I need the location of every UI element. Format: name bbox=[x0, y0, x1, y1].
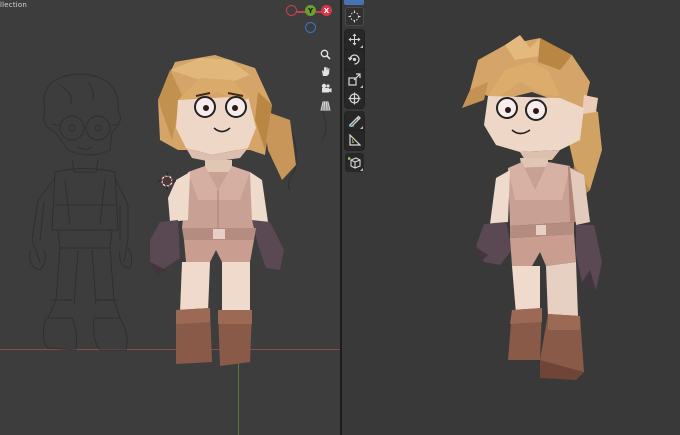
gizmo-y-axis[interactable]: Y bbox=[305, 5, 316, 16]
scale-icon[interactable] bbox=[345, 70, 364, 89]
reference-sketch bbox=[29, 73, 133, 351]
gizmo-x-label: X bbox=[323, 6, 330, 15]
add-cube-icon[interactable] bbox=[345, 153, 364, 172]
viewport-left[interactable]: llection Y X bbox=[0, 0, 340, 435]
hand-pan-icon[interactable] bbox=[318, 64, 333, 79]
measure-icon[interactable] bbox=[345, 131, 364, 150]
transform-icon[interactable] bbox=[345, 89, 364, 108]
gizmo-x-axis[interactable]: X bbox=[321, 5, 332, 16]
gizmo-z-negative[interactable] bbox=[305, 22, 316, 33]
grid-perspective-icon[interactable] bbox=[318, 98, 333, 113]
character-model-three-quarter bbox=[462, 35, 602, 380]
viewport-right[interactable] bbox=[342, 0, 680, 435]
camera-icon[interactable] bbox=[318, 81, 333, 96]
character-model-front bbox=[150, 55, 296, 366]
gizmo-y-label: Y bbox=[307, 6, 314, 15]
move-icon[interactable] bbox=[345, 30, 364, 49]
left-scene bbox=[29, 55, 327, 366]
toolbar-header-tab[interactable] bbox=[344, 0, 364, 5]
annotate-icon[interactable] bbox=[345, 111, 364, 130]
right-scene bbox=[462, 35, 602, 380]
zoom-icon[interactable] bbox=[318, 47, 333, 62]
select-cursor-icon[interactable] bbox=[345, 7, 364, 26]
rotate-icon[interactable] bbox=[345, 50, 364, 69]
gizmo-x-negative[interactable] bbox=[286, 5, 297, 16]
